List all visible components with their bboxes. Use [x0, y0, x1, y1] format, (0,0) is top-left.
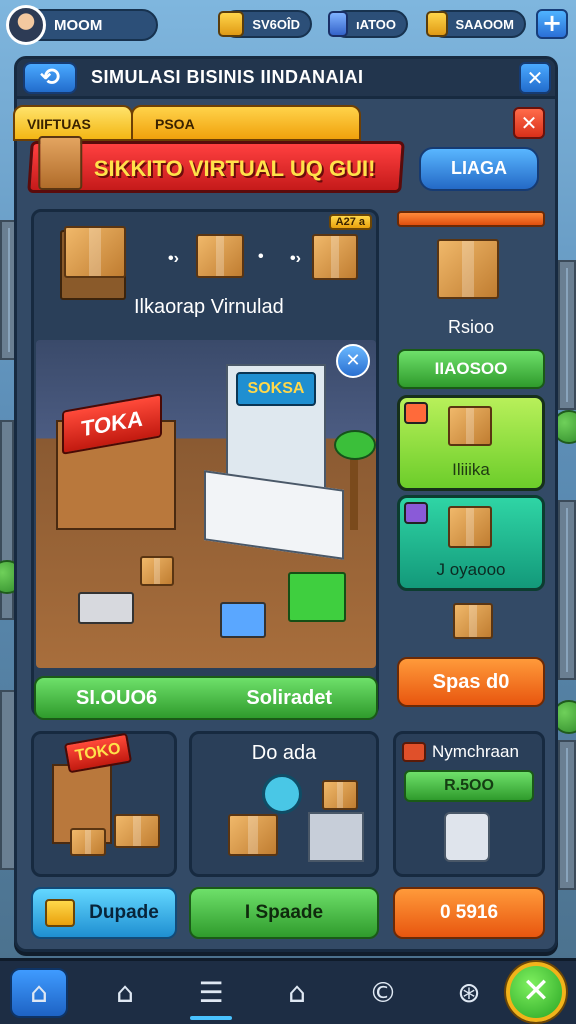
nav-coin[interactable]: ©: [354, 968, 412, 1018]
blue-crate-icon: [328, 11, 349, 37]
search-card-title: Do ada: [251, 742, 317, 764]
panel-header: ⟲ SIMULASI BISINIS IINDANAIAI ✕: [17, 59, 555, 99]
delivery-card-title: Nymchraan: [432, 742, 519, 761]
resource-gold[interactable]: SV6OÎD: [218, 10, 312, 38]
resource-gold-value: SV6OÎD: [252, 16, 300, 32]
flow-dot-icon: •: [258, 248, 264, 265]
package-icon: [228, 814, 278, 856]
upgrade-button-label: Dupade: [89, 902, 159, 923]
package-icon: [322, 780, 358, 810]
package-icon: [70, 828, 106, 856]
nav-house[interactable]: ⌂: [96, 968, 154, 1018]
price-button[interactable]: IIAOSOO: [397, 349, 545, 389]
package-icon: [64, 226, 126, 278]
tag-icon: [404, 502, 428, 524]
tile-teal-label: J oyaooo: [436, 560, 506, 579]
search-card[interactable]: Do ada: [189, 731, 379, 877]
item-package-icon: [437, 239, 499, 299]
close-icon: ✕: [520, 111, 538, 135]
tab-psoa-label: PSOA: [155, 116, 195, 132]
panel-title: SIMULASI BISINIS IINDANAIAI: [91, 67, 364, 87]
player-avatar[interactable]: [6, 5, 46, 45]
package-icon: [38, 136, 83, 190]
item-label: Rsioo: [447, 317, 495, 337]
shopping-cart-icon: [78, 592, 134, 624]
store-sign: TOKO: [63, 732, 133, 774]
shelf-icon: [308, 812, 364, 862]
magnifier-icon: [262, 774, 302, 814]
nav-building[interactable]: ⌂: [268, 968, 326, 1018]
building-icon: ⌂: [288, 976, 306, 1009]
package-icon: [312, 234, 358, 280]
close-icon: ✕: [526, 66, 544, 90]
tile-teal[interactable]: J oyaooo: [397, 495, 545, 591]
flow-arrow-icon: •›: [168, 250, 179, 267]
resource-cash-value: SAAOOM: [455, 16, 515, 32]
shop-bar-left: SI.OUO6: [76, 687, 158, 709]
coin-stack-icon: [45, 899, 75, 927]
orange-value-button[interactable]: 0 5916: [393, 887, 545, 939]
level-badge: A27 a: [328, 214, 372, 230]
gift-icon: [402, 742, 426, 762]
banner-text: SIKKITO VIRTUAL UQ GUI!: [93, 156, 376, 181]
orange-action-button[interactable]: Spas d0: [397, 657, 545, 707]
shop-sign-right: SOKSA: [236, 372, 316, 406]
package-icon: [448, 506, 492, 548]
boxes-stack-icon: [453, 603, 493, 639]
resource-cash[interactable]: SAAOOM: [426, 10, 526, 38]
promo-banner: SIKKITO VIRTUAL UQ GUI!: [27, 136, 405, 193]
player-profile[interactable]: MOOM: [6, 5, 158, 45]
green-cart-icon: [288, 572, 346, 622]
close-icon: ✕: [521, 971, 551, 1011]
resource-crates-value: ıATOO: [356, 16, 396, 32]
flow-caption: Ilkaorap Virnulad: [134, 296, 284, 318]
delivery-machine-icon: [444, 812, 490, 862]
shopping-basket-icon: [220, 602, 266, 638]
close-button[interactable]: ✕: [519, 62, 551, 94]
tag-icon: [404, 402, 428, 424]
spaade-button[interactable]: I Spaade: [189, 887, 379, 939]
business-panel: ⟲ SIMULASI BISINIS IINDANAIAI ✕ VIIFTUAS…: [13, 56, 558, 952]
bottom-navigation: ⌂ ⌂ ☰ ⌂ © ⊛: [0, 958, 576, 1024]
list-icon: ☰: [198, 976, 224, 1009]
chevron-badge-icon: ⊛: [457, 976, 481, 1009]
shop-bar-right: Soliradet: [246, 687, 332, 709]
gold-box-icon: [218, 11, 245, 37]
tile-green[interactable]: Iliiika: [397, 395, 545, 491]
palm-tree-icon: [334, 420, 376, 530]
nav-home[interactable]: ⌂: [10, 967, 68, 1018]
tab-psoa[interactable]: PSOA: [131, 105, 361, 141]
coin-icon: ©: [369, 976, 397, 1009]
package-icon: [114, 814, 160, 848]
gold-stack-icon: [426, 11, 448, 37]
resource-crates[interactable]: ıATOO: [328, 10, 408, 38]
delivery-card[interactable]: Nymchraan R.5OO: [393, 731, 545, 877]
nav-badge[interactable]: ⊛: [440, 968, 498, 1018]
upgrade-button[interactable]: Dupade: [31, 887, 177, 939]
house-outline-icon: ⌂: [116, 976, 134, 1009]
action-button[interactable]: LIAGA: [419, 147, 539, 191]
store-card[interactable]: TOKO: [31, 731, 177, 877]
shop-scene[interactable]: TOKA SOKSA ✕: [36, 340, 376, 668]
tile-green-label: Iliiika: [452, 460, 490, 479]
shop-action-bar[interactable]: SI.OUO6 Soliradet: [34, 676, 378, 720]
home-icon: ⌂: [30, 976, 48, 1009]
package-icon: [140, 556, 174, 586]
player-name: MOOM: [54, 16, 103, 34]
tab-close-button[interactable]: ✕: [513, 107, 545, 139]
back-button[interactable]: ⟲: [23, 62, 77, 94]
delivery-price-button[interactable]: R.5OO: [404, 770, 534, 802]
progress-bar: [397, 211, 545, 227]
package-icon: [448, 406, 492, 446]
confirm-fab-button[interactable]: ✕: [506, 962, 566, 1022]
nav-list[interactable]: ☰: [182, 968, 240, 1020]
arrow-back-icon: ⟲: [39, 63, 61, 91]
close-circle-icon[interactable]: ✕: [336, 344, 370, 378]
package-icon: [196, 234, 244, 278]
shop-card: A27 a •› • •› Ilkaorap Virnulad TOKA SOK…: [31, 209, 379, 720]
flow-arrow-icon: •›: [290, 250, 301, 267]
add-resource-button[interactable]: +: [536, 9, 568, 39]
